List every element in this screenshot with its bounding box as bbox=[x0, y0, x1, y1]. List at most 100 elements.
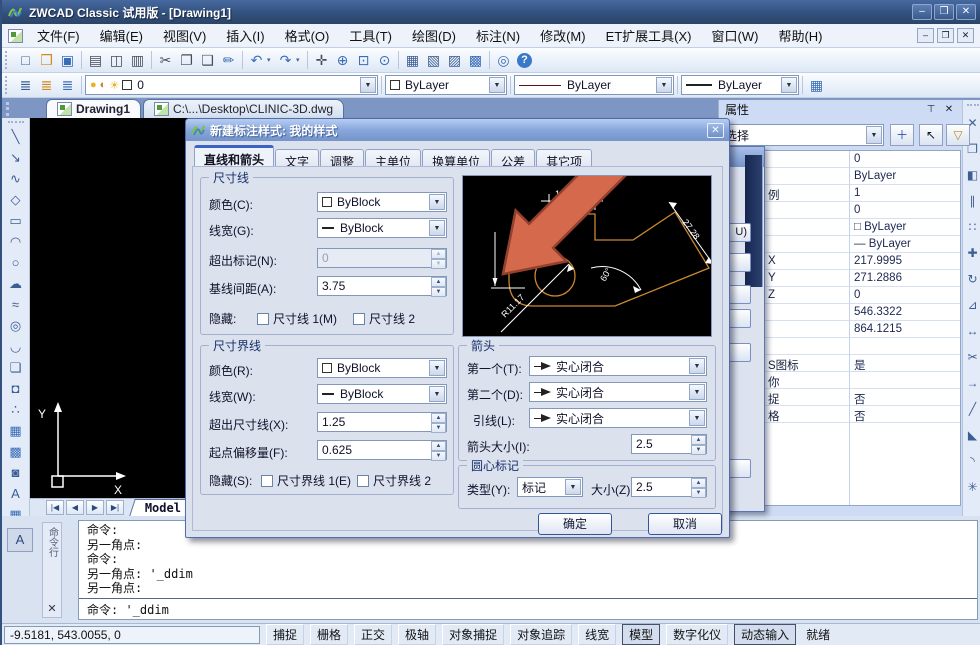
dim-line-lineweight-combo[interactable]: ByBlock ▼ bbox=[317, 218, 447, 238]
dim-line-color-combo[interactable]: ByBlock ▼ bbox=[317, 192, 447, 212]
tool-palettes-icon[interactable]: ▨ bbox=[444, 50, 465, 70]
region-icon[interactable]: ◙ bbox=[5, 462, 26, 483]
spinner[interactable]: ▲▼ bbox=[431, 441, 446, 459]
toggle-snap[interactable]: 捕捉 bbox=[266, 624, 304, 645]
document-icon[interactable] bbox=[8, 29, 23, 43]
dialog-title-bar[interactable]: 新建标注样式: 我的样式 ✕ bbox=[186, 119, 729, 141]
select-objects-button[interactable]: ↖ bbox=[919, 124, 943, 146]
close-icon[interactable]: ✕ bbox=[942, 104, 956, 115]
chevron-down-icon[interactable]: ▼ bbox=[866, 126, 882, 144]
move-icon[interactable]: ✚ bbox=[964, 240, 980, 266]
array-icon[interactable]: ∷ bbox=[964, 214, 980, 240]
cut-icon[interactable]: ✂ bbox=[155, 50, 176, 70]
break-icon[interactable]: ╱ bbox=[964, 396, 980, 422]
extend-beyond-ticks-field[interactable]: 0 ▲▼ bbox=[317, 248, 447, 268]
chevron-down-icon[interactable]: ▼ bbox=[689, 358, 705, 374]
close-icon[interactable]: ✕ bbox=[707, 123, 724, 138]
close-button[interactable]: ✕ bbox=[956, 4, 976, 20]
text-style-icon[interactable]: A bbox=[7, 528, 33, 552]
undo-icon[interactable]: ↶ bbox=[246, 50, 267, 70]
previous-layout-button[interactable]: ◀ bbox=[66, 500, 84, 515]
line-icon[interactable]: ╲ bbox=[5, 126, 26, 147]
toggle-model[interactable]: 模型 bbox=[622, 624, 660, 645]
spinner[interactable]: ▲▼ bbox=[431, 249, 446, 267]
help-icon[interactable]: ? bbox=[517, 53, 532, 68]
menu-modify[interactable]: 修改(M) bbox=[530, 23, 596, 48]
toggle-dynamic-input[interactable]: 动态输入 bbox=[734, 624, 796, 645]
minimize-button[interactable]: – bbox=[912, 4, 932, 20]
suppress-ext-line-1-checkbox[interactable]: 尺寸界线 1(E) bbox=[261, 472, 351, 489]
layer-combo[interactable]: ● ◐ ☀ 0 ▼ bbox=[85, 75, 378, 95]
restore-button[interactable]: ❐ bbox=[934, 4, 954, 20]
chevron-down-icon[interactable]: ▼ bbox=[781, 77, 797, 93]
spline-icon[interactable]: ≈ bbox=[5, 294, 26, 315]
layer-manager-icon[interactable]: ≣ bbox=[15, 75, 36, 95]
ellipse-icon[interactable]: ◎ bbox=[5, 315, 26, 336]
quick-select-button[interactable]: ＋ bbox=[890, 124, 914, 146]
toolbar-grip[interactable] bbox=[5, 76, 12, 94]
toggle-grid[interactable]: 栅格 bbox=[310, 624, 348, 645]
menu-edit[interactable]: 编辑(E) bbox=[90, 23, 153, 48]
gradient-icon[interactable]: ▩ bbox=[5, 441, 26, 462]
polygon-icon[interactable]: ◇ bbox=[5, 189, 26, 210]
mdi-minimize-button[interactable]: – bbox=[917, 28, 934, 43]
rectangle-icon[interactable]: ▭ bbox=[5, 210, 26, 231]
toggle-osnap[interactable]: 对象捕捉 bbox=[442, 624, 504, 645]
mdi-close-button[interactable]: ✕ bbox=[957, 28, 974, 43]
explode-icon[interactable]: ✳ bbox=[964, 474, 980, 500]
first-arrowhead-combo[interactable]: 实心闭合 ▼ bbox=[529, 356, 707, 376]
chamfer-icon[interactable]: ◣ bbox=[964, 422, 980, 448]
tab-clinic-3d[interactable]: C:\...\Desktop\CLINIC-3D.dwg bbox=[143, 99, 344, 118]
menu-help[interactable]: 帮助(H) bbox=[768, 23, 832, 48]
ext-line-color-combo[interactable]: ByBlock ▼ bbox=[317, 358, 447, 378]
properties-palette-icon[interactable]: ▦ bbox=[402, 50, 423, 70]
toggle-otrack[interactable]: 对象追踪 bbox=[510, 624, 572, 645]
revision-cloud-icon[interactable]: ☁ bbox=[5, 273, 26, 294]
zoom-realtime-icon[interactable]: ⊕ bbox=[332, 50, 353, 70]
toolbar-grip[interactable] bbox=[967, 104, 979, 106]
point-icon[interactable]: ∴ bbox=[5, 399, 26, 420]
arrow-size-field[interactable]: 2.5 ▲▼ bbox=[631, 434, 707, 454]
tabbar-grip[interactable] bbox=[6, 102, 42, 116]
zoom-window-icon[interactable]: ⊡ bbox=[353, 50, 374, 70]
command-dock-bar[interactable]: 命令行 ✕ bbox=[42, 522, 62, 618]
text-icon[interactable]: A bbox=[5, 483, 26, 504]
quick-calculator-icon[interactable]: ▦ bbox=[806, 75, 827, 95]
scale-icon[interactable]: ⊿ bbox=[964, 292, 980, 318]
toggle-lineweight[interactable]: 线宽 bbox=[578, 624, 616, 645]
cancel-button[interactable]: 取消 bbox=[648, 513, 722, 535]
construction-line-icon[interactable]: ↘ bbox=[5, 147, 26, 168]
redo-icon[interactable]: ↷ bbox=[275, 50, 296, 70]
undo-dropdown-icon[interactable]: ▾ bbox=[267, 56, 275, 64]
tab-drawing1[interactable]: Drawing1 bbox=[46, 99, 141, 118]
plot-icon[interactable]: ▥ bbox=[127, 50, 148, 70]
chevron-down-icon[interactable]: ▼ bbox=[429, 360, 445, 376]
menu-draw[interactable]: 绘图(D) bbox=[402, 23, 466, 48]
checkbox[interactable] bbox=[357, 475, 369, 487]
trim-icon[interactable]: ✂ bbox=[964, 344, 980, 370]
chevron-down-icon[interactable]: ▼ bbox=[489, 77, 505, 93]
extend-icon[interactable]: → bbox=[964, 370, 980, 396]
zoom-previous-icon[interactable]: ⊙ bbox=[374, 50, 395, 70]
menu-view[interactable]: 视图(V) bbox=[153, 23, 216, 48]
filter-button[interactable]: ▽ bbox=[946, 124, 970, 146]
ellipse-arc-icon[interactable]: ◡ bbox=[5, 336, 26, 357]
toggle-digitizer[interactable]: 数字化仪 bbox=[666, 624, 728, 645]
linetype-combo[interactable]: ByLayer ▼ bbox=[514, 75, 674, 95]
menu-tools[interactable]: 工具(T) bbox=[339, 23, 402, 48]
close-icon[interactable]: ✕ bbox=[47, 602, 56, 617]
baseline-spacing-field[interactable]: 3.75 ▲▼ bbox=[317, 276, 447, 296]
first-layout-button[interactable]: |◀ bbox=[46, 500, 64, 515]
suppress-ext-line-2-checkbox[interactable]: 尺寸界线 2 bbox=[357, 472, 431, 489]
spinner[interactable]: ▲▼ bbox=[691, 435, 706, 453]
chevron-down-icon[interactable]: ▼ bbox=[360, 77, 376, 93]
last-layout-button[interactable]: ▶| bbox=[106, 500, 124, 515]
center-mark-size-field[interactable]: 2.5 ▲▼ bbox=[631, 477, 707, 497]
rotate-icon[interactable]: ↻ bbox=[964, 266, 980, 292]
toggle-ortho[interactable]: 正交 bbox=[354, 624, 392, 645]
menu-format[interactable]: 格式(O) bbox=[275, 23, 340, 48]
lineweight-combo[interactable]: ByLayer ▼ bbox=[681, 75, 799, 95]
offset-icon[interactable]: ∥ bbox=[964, 188, 980, 214]
spinner[interactable]: ▲▼ bbox=[431, 277, 446, 295]
print-preview-icon[interactable]: ◫ bbox=[106, 50, 127, 70]
